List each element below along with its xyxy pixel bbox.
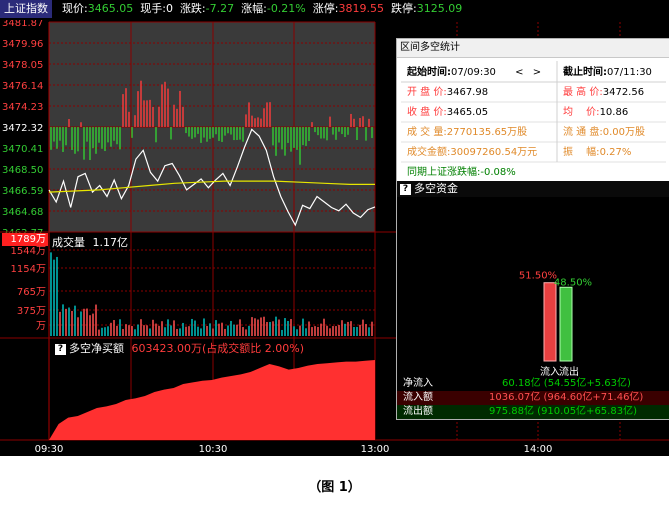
price-tick: 3466.59 <box>2 186 43 197</box>
volume-tick: 375万 <box>17 306 46 317</box>
limit-up-label: 涨停: <box>312 2 339 15</box>
end-time-row: 截止时间:07/11:30 <box>563 63 652 83</box>
float-row: 流 通 盘:0.00万股 <box>563 123 645 143</box>
flow-title-bar: ? 多空资金 <box>397 181 669 197</box>
price-value: 3465.05 <box>87 2 134 15</box>
vol-label: 成 交 量: <box>407 127 447 138</box>
prev-button[interactable]: < <box>515 67 523 78</box>
volume-label: 成交量 <box>52 236 85 249</box>
price-tick: 3474.23 <box>2 102 43 113</box>
index-name[interactable]: 上证指数 <box>0 0 52 18</box>
start-time-value: 07/09:30 <box>451 67 496 78</box>
hand-value: 0 <box>165 2 173 15</box>
volume-tick: 765万 <box>17 287 46 298</box>
net-buy-area <box>49 360 375 440</box>
volume-value: 1.17亿 <box>92 236 129 249</box>
net-inflow-label: 净流入 <box>403 378 433 389</box>
open-row: 开 盘 价:3467.98 <box>407 83 488 103</box>
flow-title: 多空资金 <box>414 182 458 195</box>
float-label: 流 通 盘: <box>563 127 603 138</box>
avg-label: 均 价: <box>563 107 600 118</box>
quote-header: 上证指数 现价:3465.05 现手:0 涨跌:-7.27 涨幅:-0.21% … <box>0 0 669 20</box>
change-label: 涨跌: <box>179 2 206 15</box>
volume-tick: 1154万 <box>11 264 46 275</box>
limit-down-value: 3125.09 <box>416 2 463 15</box>
start-time-label: 起始时间: <box>407 67 451 78</box>
price-tick: 3470.41 <box>2 144 43 155</box>
end-time-value: 07/11:30 <box>607 67 652 78</box>
price-tick: 3479.96 <box>2 39 43 50</box>
close-value: 3465.05 <box>446 107 489 118</box>
inflow-pct: 51.50% <box>519 271 557 282</box>
volume-label-group: 成交量 1.17亿 <box>52 234 128 250</box>
end-time-label: 截止时间: <box>563 67 607 78</box>
outflow-pct: 48.50% <box>554 277 592 288</box>
outflow-amount-label: 流出额 <box>403 406 433 417</box>
close-row: 收 盘 价:3465.05 <box>407 103 488 123</box>
amp-label: 振 幅: <box>563 147 600 158</box>
vol-value: 2770135.65万股 <box>446 127 528 138</box>
volume-row: 成 交 量:2770135.65万股 <box>407 123 527 143</box>
volume-corner-tag: 1789万 <box>2 233 48 246</box>
change-value: -7.27 <box>205 2 235 15</box>
high-label: 最 高 价: <box>563 87 603 98</box>
net-inflow-row: 净流入 60.18亿 (54.55亿+5.63亿) <box>397 377 669 391</box>
price-tick: 3468.50 <box>2 165 43 176</box>
net-buy-value: 603423.00万(占成交额比 2.00%) <box>131 342 305 355</box>
volume-tick: 万 <box>36 321 46 332</box>
price-tick: 3464.68 <box>2 207 43 218</box>
outflow-bar <box>559 286 573 362</box>
pct-value: -0.21% <box>266 2 306 15</box>
high-value: 3472.56 <box>602 87 645 98</box>
amount-label: 成交金额: <box>407 147 451 158</box>
money-flow-panel: ? 多空资金 51.50% 48.50% 流入 流出 净流入 60.18亿 (54.55… <box>397 181 669 419</box>
time-tick: 14:00 <box>524 444 553 455</box>
panel-title: 区间多空统计 <box>397 39 669 58</box>
figure-caption: （图 1） <box>308 480 361 495</box>
net-inflow-value: 60.18亿 (54.55亿+5.63亿) <box>502 378 631 389</box>
time-tick: 10:30 <box>199 444 228 455</box>
open-value: 3467.98 <box>446 87 489 98</box>
high-row: 最 高 价:3472.56 <box>563 83 644 103</box>
pct-label: 涨幅: <box>241 2 267 15</box>
flow-help-icon[interactable]: ? <box>400 183 411 195</box>
inflow-amount-label: 流入额 <box>403 392 433 403</box>
start-time-row: 起始时间:07/09:30 < > <box>407 63 541 83</box>
outflow-amount-value: 975.88亿 (910.05亿+65.83亿) <box>489 406 637 417</box>
hand-label: 现手: <box>140 2 166 15</box>
inflow-amount-value: 1036.07亿 (964.60亿+71.46亿) <box>489 392 644 403</box>
amount-value: 30097260.54万元 <box>450 147 538 158</box>
limit-up-value: 3819.55 <box>338 2 384 15</box>
amp-row: 振 幅:0.27% <box>563 143 631 163</box>
same-period-label: 同期上证涨跌幅: <box>407 167 481 178</box>
time-tick: 13:00 <box>361 444 390 455</box>
open-label: 开 盘 价: <box>407 87 447 98</box>
outflow-row: 流出额 975.88亿 (910.05亿+65.83亿) <box>397 405 669 419</box>
net-buy-label-group: ? 多空净买额 603423.00万(占成交额比 2.00%) <box>52 340 304 356</box>
time-tick: 09:30 <box>35 444 64 455</box>
amount-row: 成交金额:30097260.54万元 <box>407 143 537 163</box>
inflow-bar <box>543 282 557 362</box>
price-label: 现价: <box>62 2 88 15</box>
avg-row: 均 价:10.86 <box>563 103 628 123</box>
price-tick: 3476.14 <box>2 81 43 92</box>
price-tick: 3472.32 <box>2 123 43 134</box>
avg-value: 10.86 <box>599 107 629 118</box>
limit-down-label: 跌停: <box>390 2 417 15</box>
volume-tick: 1544万 <box>11 246 46 257</box>
next-button[interactable]: > <box>533 67 541 78</box>
price-tick: 3478.05 <box>2 60 43 71</box>
help-icon[interactable]: ? <box>55 343 66 355</box>
same-period-value: -0.08% <box>480 167 516 178</box>
amp-value: 0.27% <box>599 147 632 158</box>
intraday-chart[interactable]: 3481.87 3479.96 3478.05 3476.14 3474.23 3472.… <box>0 0 669 456</box>
same-period-row: 同期上证涨跌幅:-0.08% <box>407 163 516 183</box>
float-value: 0.00万股 <box>602 127 645 138</box>
close-label: 收 盘 价: <box>407 107 447 118</box>
range-stats-panel[interactable]: 区间多空统计 起始时间:07/09:30 < > 截止时间:07/11:30 开… <box>396 38 669 420</box>
flow-bars: 51.50%48.50%流入 流出 <box>519 271 592 378</box>
net-buy-label: 多空净买额 <box>69 342 124 355</box>
inflow-row: 流入额 1036.07亿 (964.60亿+71.46亿) <box>397 391 669 405</box>
